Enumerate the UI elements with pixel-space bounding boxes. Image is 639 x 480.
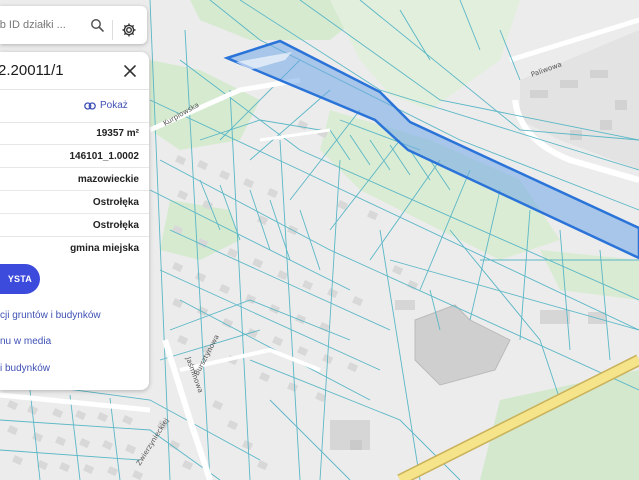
commune-type-value: gmina miejska (70, 243, 139, 254)
search-input[interactable] (0, 6, 90, 44)
primary-action-button[interactable]: YSTA (0, 264, 40, 294)
area-value: 19357 m² (96, 128, 139, 139)
unit-id-value: 146101_1.0002 (69, 151, 139, 162)
primary-action-label: YSTA (7, 274, 32, 284)
link-utilities[interactable]: nu w media (0, 336, 51, 347)
info-row-area: 19357 m² (0, 123, 149, 145)
info-row-unit-id: 146101_1.0002 (0, 146, 149, 168)
show-label: Pokaż (100, 100, 128, 111)
parcel-id-title: 2.20011/1 (0, 62, 64, 79)
county-value: Ostrołęka (92, 197, 139, 208)
close-icon[interactable] (120, 61, 140, 81)
link-buildings[interactable]: i budynków (0, 363, 50, 374)
search-bar (0, 6, 147, 44)
link-icon (84, 101, 96, 110)
info-row-county: Ostrołęka (0, 192, 149, 214)
search-icon[interactable] (88, 16, 106, 34)
link-land-registry[interactable]: cji gruntów i budynków (0, 310, 101, 321)
commune-value: Ostrołęka (92, 220, 139, 231)
parcel-info-panel: 2.20011/1 Pokaż 19357 m² 146101_1.0002 m… (0, 52, 149, 390)
gear-icon[interactable] (118, 19, 140, 41)
show-parcel-button[interactable]: Pokaż (84, 100, 128, 111)
voivodeship-value: mazowieckie (77, 174, 139, 185)
info-row-commune-type: gmina miejska (0, 238, 149, 260)
info-row-voivodeship: mazowieckie (0, 169, 149, 191)
search-divider (112, 20, 113, 40)
info-row-commune: Ostrołęka (0, 215, 149, 237)
panel-separator (0, 89, 149, 90)
